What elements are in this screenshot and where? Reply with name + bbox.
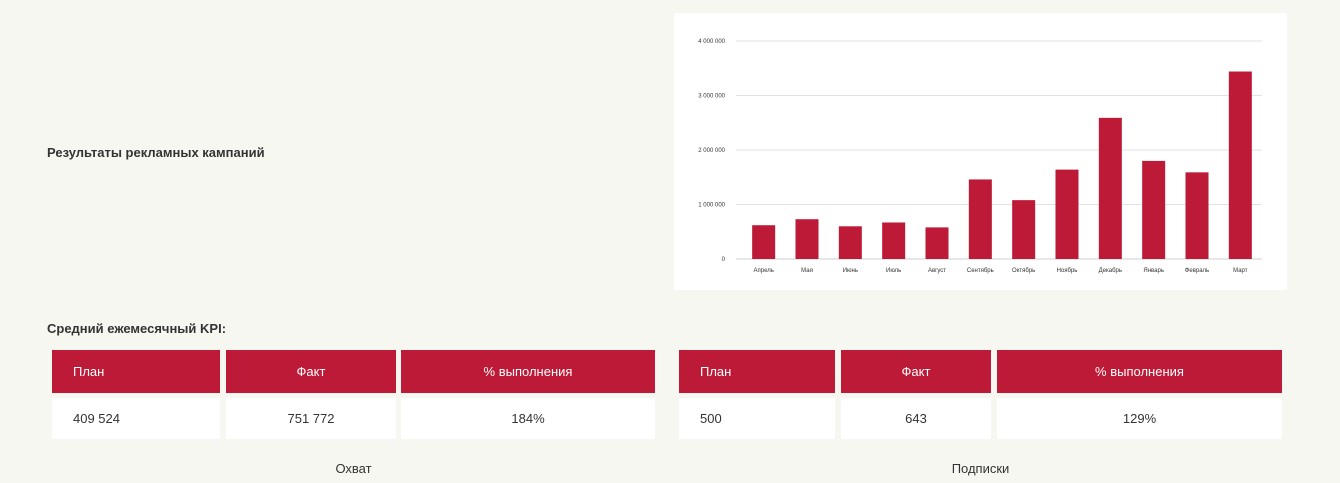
kpi-caption-subscriptions: Подписки [951,461,1010,476]
x-tick-label: Март [1233,268,1248,274]
bar-9 [1098,117,1122,259]
kpi-header-plan: План [52,350,220,393]
kpi-value-fact: 751 772 [226,398,396,439]
x-tick-label: Декабрь [1099,268,1122,274]
kpi-value-plan: 500 [679,398,835,439]
x-tick-label: Октябрь [1012,268,1035,274]
x-tick-label: Ноябрь [1057,268,1078,274]
bar-12 [1228,71,1252,259]
bar-2 [795,219,819,259]
bar-5 [925,227,949,259]
kpi-header-percent: % выполнения [997,350,1282,393]
x-tick-label: Январь [1143,268,1164,274]
kpi-header-fact: Факт [226,350,396,393]
x-tick-label: Июль [886,268,901,274]
bar-chart-card: 0 1 000 000 2 000 000 3 000 000 4 000 000 Апр… [674,13,1287,290]
y-tick-label: 4 000 000 [698,39,725,45]
x-tick-label: Апрель [753,268,773,274]
bar-8 [1055,169,1079,259]
x-tick-label: Февраль [1185,268,1209,274]
y-tick-label: 0 [722,257,726,263]
kpi-value-percent: 129% [997,398,1282,439]
x-tick-label: Сентябрь [967,268,994,274]
kpi-value-fact: 643 [841,398,991,439]
kpi-header-plan: План [679,350,835,393]
bar-4 [882,222,906,259]
y-tick-label: 2 000 000 [698,148,725,154]
kpi-caption-reach: Охват [335,461,372,476]
kpi-header-percent: % выполнения [401,350,655,393]
x-tick-label: Июнь [843,268,858,274]
bar-6 [968,179,992,259]
kpi-title: Средний ежемесячный KPI: [47,321,227,336]
x-tick-label: Мая [801,268,813,274]
kpi-value-percent: 184% [401,398,655,439]
kpi-value-plan: 409 524 [52,398,220,439]
y-tick-label: 3 000 000 [698,94,725,100]
bar-11 [1185,172,1209,259]
bar-10 [1142,160,1166,259]
bar-1 [752,225,776,259]
kpi-header-fact: Факт [841,350,991,393]
section-title: Результаты рекламных кампаний [47,145,265,160]
x-tick-label: Август [928,268,946,274]
bar-3 [838,226,862,259]
bar-chart: 0 1 000 000 2 000 000 3 000 000 4 000 000 Апр… [698,39,1262,274]
y-tick-label: 1 000 000 [698,203,725,209]
bar-7 [1012,200,1036,259]
